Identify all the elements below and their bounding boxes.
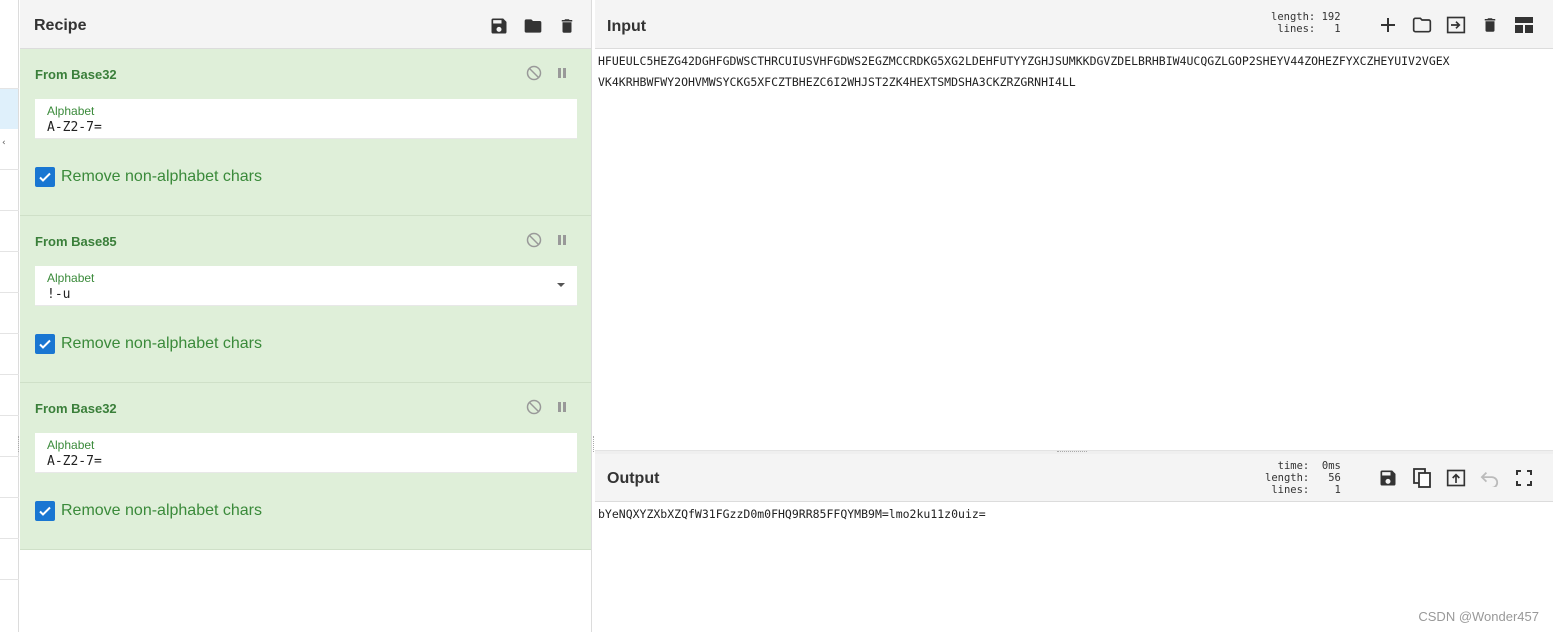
delete-icon[interactable] [550, 13, 584, 39]
dropdown-arrow-icon[interactable] [557, 283, 565, 287]
recipe-header: Recipe [20, 0, 591, 49]
recipe-panel: Recipe From Base32 Alphabet A-Z2-7= Remo… [20, 0, 592, 632]
recipe-title: Recipe [34, 17, 87, 34]
list-row[interactable] [0, 170, 19, 211]
output-stats: time: 0ms length: 56 lines: 1 [1265, 460, 1341, 496]
watermark: CSDN @Wonder457 [1418, 609, 1539, 624]
input-textarea[interactable]: HFUEULC5HEZG42DGHFGDWSCTHRCUIUSVHFGDWS2E… [598, 51, 1450, 93]
pause-icon[interactable] [552, 397, 572, 417]
input-line: HFUEULC5HEZG42DGHFGDWSCTHRCUIUSVHFGDWS2E… [598, 54, 1450, 68]
copy-icon[interactable] [1405, 465, 1439, 491]
input-header: Input length: 192 lines: 1 [595, 0, 1553, 49]
list-row[interactable] [0, 416, 19, 457]
add-tab-icon[interactable] [1371, 12, 1405, 38]
replace-input-icon[interactable] [1439, 465, 1473, 491]
selected-operation-row[interactable] [0, 88, 18, 129]
remove-non-alphabet-checkbox[interactable]: Remove non-alphabet chars [35, 501, 262, 521]
output-panel: Output time: 0ms length: 56 lines: 1 bYe… [595, 454, 1553, 632]
checkbox-checked-icon[interactable] [35, 334, 55, 354]
list-row[interactable] [0, 48, 19, 89]
input-panel: Input length: 192 lines: 1 HFUEULC5HEZG4… [595, 0, 1553, 450]
remove-non-alphabet-checkbox[interactable]: Remove non-alphabet chars [35, 167, 262, 187]
save-recipe-icon[interactable] [482, 13, 516, 39]
chevron-left-icon: ‹ [2, 138, 6, 148]
field-value[interactable]: !-u [47, 287, 70, 302]
field-label: Alphabet [47, 271, 95, 285]
clear-input-icon[interactable] [1473, 12, 1507, 38]
alphabet-field[interactable]: Alphabet A-Z2-7= [35, 99, 577, 139]
input-stats: length: 192 lines: 1 [1271, 11, 1341, 35]
list-row[interactable] [0, 498, 19, 539]
operation-from-base32[interactable]: From Base32 Alphabet A-Z2-7= Remove non-… [20, 49, 591, 216]
undo-icon [1473, 465, 1507, 491]
resize-handle[interactable] [1057, 451, 1087, 453]
output-title: Output [607, 470, 660, 487]
field-value[interactable]: A-Z2-7= [47, 120, 102, 135]
field-label: Alphabet [47, 438, 95, 452]
remove-non-alphabet-checkbox[interactable]: Remove non-alphabet chars [35, 334, 262, 354]
output-text[interactable]: bYeNQXYZXbXZQfW31FGzzD0m0FHQ9RR85FFQYMB9… [598, 504, 986, 525]
operation-from-base32[interactable]: From Base32 Alphabet A-Z2-7= Remove non-… [20, 383, 591, 550]
field-value[interactable]: A-Z2-7= [47, 454, 102, 469]
field-label: Alphabet [47, 104, 95, 118]
operation-from-base85[interactable]: From Base85 Alphabet !-u Remove non-alph… [20, 216, 591, 383]
list-row[interactable] [0, 375, 19, 416]
operation-title: From Base32 [35, 401, 117, 416]
checkbox-label: Remove non-alphabet chars [61, 335, 263, 352]
resize-handle[interactable] [18, 436, 20, 452]
pause-icon[interactable] [552, 63, 572, 83]
list-row[interactable] [0, 334, 19, 375]
list-row[interactable] [0, 129, 19, 170]
list-row[interactable] [0, 539, 19, 580]
checkbox-label: Remove non-alphabet chars [61, 502, 263, 519]
checkbox-checked-icon[interactable] [35, 167, 55, 187]
disable-icon[interactable] [524, 63, 544, 83]
disable-icon[interactable] [524, 230, 544, 250]
operations-list-edge: ‹ [0, 0, 19, 632]
operation-title: From Base85 [35, 234, 117, 249]
open-folder-icon[interactable] [1405, 12, 1439, 38]
list-row[interactable] [0, 211, 19, 252]
list-row[interactable] [0, 293, 19, 334]
open-file-icon[interactable] [1439, 12, 1473, 38]
list-row[interactable] [0, 252, 19, 293]
alphabet-select[interactable]: Alphabet !-u [35, 266, 577, 306]
input-line: VK4KRHBWFWY2OHVMWSYCKG5XFCZTBHEZC6I2WHJS… [598, 75, 1076, 89]
checkbox-checked-icon[interactable] [35, 501, 55, 521]
reset-layout-icon[interactable] [1507, 12, 1541, 38]
operation-title: From Base32 [35, 67, 117, 82]
maximize-icon[interactable] [1507, 465, 1541, 491]
checkbox-label: Remove non-alphabet chars [61, 168, 263, 185]
input-title: Input [607, 18, 647, 35]
pause-icon[interactable] [552, 230, 572, 250]
output-header: Output time: 0ms length: 56 lines: 1 [595, 454, 1553, 502]
disable-icon[interactable] [524, 397, 544, 417]
folder-icon[interactable] [516, 13, 550, 39]
alphabet-field[interactable]: Alphabet A-Z2-7= [35, 433, 577, 473]
list-row[interactable] [0, 457, 19, 498]
save-output-icon[interactable] [1371, 465, 1405, 491]
